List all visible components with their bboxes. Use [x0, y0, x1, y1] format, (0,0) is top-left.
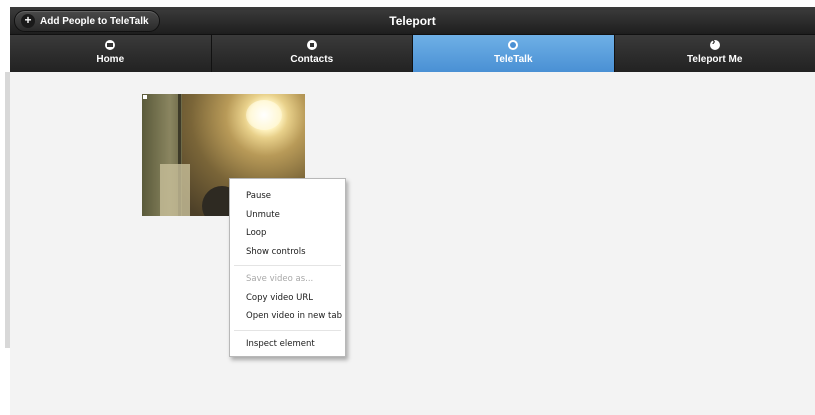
contacts-icon [306, 40, 317, 50]
video-corner-mark [143, 95, 147, 99]
video-frame-door [160, 164, 190, 216]
menu-item-copy-video-url[interactable]: Copy video URL [230, 289, 345, 308]
home-icon [105, 40, 116, 50]
menu-item-show-controls[interactable]: Show controls [230, 243, 345, 262]
arrow-right-icon [709, 36, 720, 50]
tab-teletalk-label: TeleTalk [493, 54, 533, 65]
plus-icon: + [21, 14, 35, 28]
tab-contacts[interactable]: Contacts [211, 35, 413, 72]
menu-separator [234, 265, 341, 266]
context-menu: Pause Unmute Loop Show controls Save vid… [229, 178, 346, 357]
menu-item-open-new-tab[interactable]: Open video in new tab [230, 307, 345, 326]
chat-icon [508, 40, 519, 50]
tab-teleport-me[interactable]: Teleport Me [614, 35, 815, 72]
tab-contacts-label: Contacts [290, 54, 334, 65]
tab-home-label: Home [96, 54, 125, 65]
tab-teleport-me-label: Teleport Me [687, 54, 743, 65]
left-scroll-strip [5, 72, 10, 348]
tab-home[interactable]: Home [10, 35, 212, 72]
add-people-label: Add People to TeleTalk [40, 15, 149, 27]
nav-bar: Home Contacts TeleTalk Teleport Me [10, 35, 815, 72]
add-people-button[interactable]: + Add People to TeleTalk [14, 10, 160, 32]
menu-item-pause[interactable]: Pause [230, 187, 345, 206]
video-frame-lamp [246, 100, 282, 130]
app-window: Teleport + Add People to TeleTalk Home C… [10, 7, 815, 415]
menu-item-unmute[interactable]: Unmute [230, 206, 345, 225]
tab-teletalk[interactable]: TeleTalk [413, 35, 615, 72]
menu-item-save-video: Save video as... [246, 274, 314, 284]
header-bar: Teleport + Add People to TeleTalk [10, 7, 815, 35]
menu-item-inspect-element[interactable]: Inspect element [230, 335, 345, 354]
menu-item-loop[interactable]: Loop [230, 224, 345, 243]
menu-separator [234, 329, 341, 331]
